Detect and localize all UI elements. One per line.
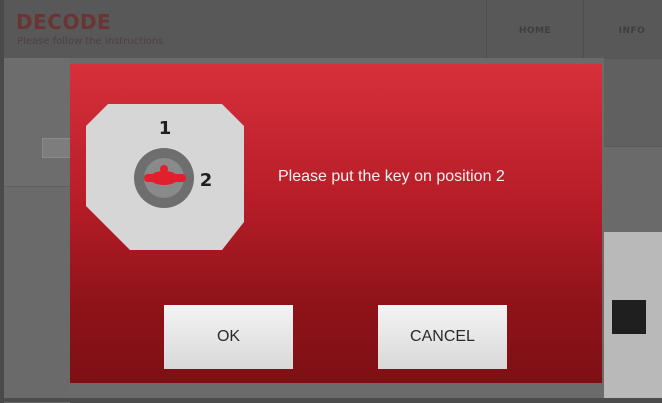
page-title: DECODE (16, 10, 112, 34)
dialog-message: Please put the key on position 2 (278, 168, 505, 185)
nav-info-button[interactable]: INFO (583, 0, 662, 58)
top-bar: DECODE Please follow the instructions HO… (4, 0, 662, 58)
position-1-label: 1 (159, 118, 172, 139)
right-panel-top (604, 58, 662, 147)
ok-button[interactable]: OK (164, 305, 293, 369)
cancel-button[interactable]: CANCEL (378, 305, 507, 369)
key-position-diagram: 1 2 (86, 104, 244, 250)
key-position-dialog: 1 2 Please put the key on position 2 OK … (70, 64, 602, 383)
dark-square-indicator (612, 300, 646, 334)
position-2-label: 2 (200, 170, 213, 191)
page-subtitle: Please follow the instructions (17, 36, 164, 47)
left-lower-panel (4, 186, 70, 403)
bottom-strip (4, 398, 662, 402)
right-panel-middle (604, 146, 662, 233)
nav-home-button[interactable]: HOME (486, 0, 583, 58)
